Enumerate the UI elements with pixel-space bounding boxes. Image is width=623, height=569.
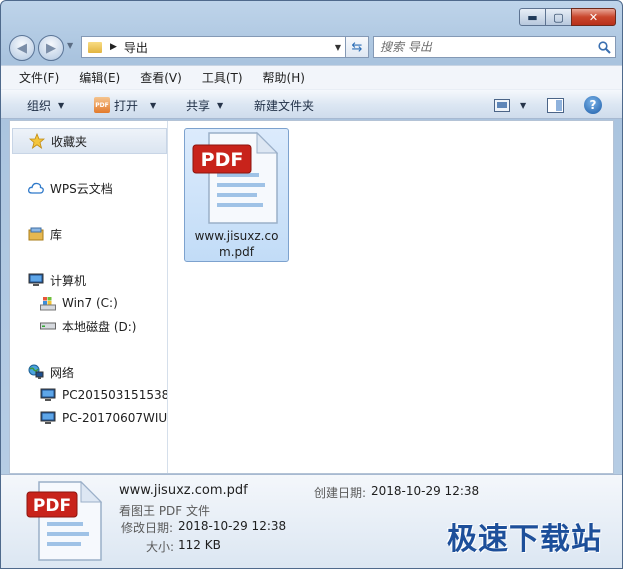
nav-wps-cloud-label: WPS云文档 [50, 181, 113, 196]
navigation-row: ◀ ▶ ▼ ▶ 导出 ▼ ⇆ [9, 33, 616, 61]
network-icon [28, 364, 44, 380]
details-modified-label: 修改日期: [121, 521, 174, 535]
pdf-app-icon: PDF [94, 97, 110, 113]
computer-icon [40, 410, 56, 426]
maximize-button[interactable]: ▢ [545, 8, 572, 26]
nav-drive-d-label: 本地磁盘 (D:) [62, 319, 137, 334]
nav-computer[interactable]: 计算机 [28, 270, 86, 290]
nav-favorites-label: 收藏夹 [51, 134, 88, 149]
menu-edit[interactable]: 编辑(E) [69, 66, 130, 90]
search-input[interactable] [374, 39, 593, 55]
back-arrow-icon: ◀ [17, 40, 27, 56]
back-button[interactable]: ◀ [9, 35, 35, 61]
forward-button[interactable]: ▶ [38, 35, 64, 61]
nav-computer-label: 计算机 [50, 273, 87, 288]
preview-pane-icon [547, 97, 564, 113]
file-name: www.jisuxz.com.pdf [194, 229, 279, 259]
nav-wps-cloud[interactable]: WPS云文档 [28, 178, 113, 198]
library-icon [28, 226, 44, 242]
organize-button[interactable]: 组织 ▼ [27, 90, 64, 120]
menu-help[interactable]: 帮助(H) [253, 66, 315, 90]
computer-icon [40, 387, 56, 403]
view-icon [494, 98, 510, 112]
nav-network-label: 网络 [50, 365, 75, 380]
organize-label: 组织 [27, 98, 52, 113]
nav-network[interactable]: 网络 [28, 362, 74, 382]
minimize-button[interactable]: ▬ [519, 8, 546, 26]
content-area: 收藏夹 WPS云文档 库 计算机 Win7 (C:) 本地磁盘 (D:) 网络 … [9, 120, 614, 474]
nav-network-pc-1-label: PC201503151538 [62, 388, 168, 402]
new-folder-label: 新建文件夹 [254, 98, 315, 113]
details-modified-value: 2018-10-29 12:38 [178, 519, 287, 533]
chevron-down-icon: ▼ [58, 100, 65, 110]
pdf-badge-text: PDF [201, 149, 244, 171]
computer-icon [28, 272, 44, 288]
watermark-logo: 极速下载站 [447, 522, 602, 557]
refresh-icon: ⇆ [351, 39, 363, 55]
details-size-label: 大小: [146, 540, 175, 554]
search-icon[interactable] [593, 40, 615, 54]
share-button[interactable]: 共享 ▼ [186, 90, 223, 120]
nav-drive-c[interactable]: Win7 (C:) [40, 293, 118, 313]
share-label: 共享 [186, 98, 211, 113]
new-folder-button[interactable]: 新建文件夹 [254, 90, 314, 120]
pdf-badge-text: PDF [33, 496, 71, 516]
file-item[interactable]: PDF www.jisuxz.com.pdf [184, 128, 289, 262]
open-button[interactable]: PDF 打开 ▼ [94, 90, 156, 120]
menu-tools[interactable]: 工具(T) [192, 66, 253, 90]
nav-drive-c-label: Win7 (C:) [62, 296, 118, 310]
address-dropdown-icon[interactable]: ▼ [330, 43, 346, 52]
menu-file[interactable]: 文件(F) [9, 66, 69, 90]
windows-drive-icon [40, 295, 56, 311]
details-filename: www.jisuxz.com.pdf [119, 483, 248, 498]
close-button[interactable]: ✕ [571, 8, 616, 26]
breadcrumb-path[interactable]: 导出 [124, 39, 330, 56]
folder-icon [88, 41, 102, 53]
hard-drive-icon [40, 318, 56, 334]
navigation-pane: 收藏夹 WPS云文档 库 计算机 Win7 (C:) 本地磁盘 (D:) 网络 … [10, 121, 168, 473]
nav-drive-d[interactable]: 本地磁盘 (D:) [40, 316, 136, 336]
explorer-window: ▬ ▢ ✕ ◀ ▶ ▼ ▶ 导出 ▼ ⇆ 文件(F) 编辑(E) 查看(V) [0, 0, 623, 569]
menu-bar: 文件(F) 编辑(E) 查看(V) 工具(T) 帮助(H) [1, 65, 622, 89]
cloud-icon [28, 180, 44, 196]
preview-pane-button[interactable] [547, 90, 564, 120]
nav-network-pc-2[interactable]: PC-20170607WIUN [40, 408, 168, 428]
file-list-pane: PDF www.jisuxz.com.pdf [169, 121, 613, 473]
details-pane: PDF www.jisuxz.com.pdf 看图王 PDF 文件 修改日期: … [1, 474, 622, 568]
pdf-file-icon: PDF [26, 480, 103, 561]
details-created-label: 创建日期: [314, 486, 367, 500]
chevron-down-icon[interactable]: ▼ [520, 101, 526, 110]
nav-libraries[interactable]: 库 [28, 224, 62, 244]
caption-buttons: ▬ ▢ ✕ [519, 8, 616, 26]
menu-view[interactable]: 查看(V) [130, 66, 192, 90]
open-label: 打开 [114, 98, 139, 113]
forward-arrow-icon: ▶ [46, 40, 56, 56]
pdf-file-icon: PDF [192, 131, 279, 224]
nav-network-pc-1[interactable]: PC201503151538 [40, 385, 168, 405]
chevron-down-icon: ▼ [150, 100, 157, 110]
command-bar: 组织 ▼ PDF 打开 ▼ 共享 ▼ 新建文件夹 ▼ ? [1, 89, 622, 119]
breadcrumb-chevron-icon[interactable]: ▶ [110, 42, 117, 52]
refresh-button[interactable]: ⇆ [345, 36, 369, 58]
chevron-down-icon: ▼ [217, 100, 224, 110]
help-button[interactable]: ? [584, 90, 602, 120]
nav-libraries-label: 库 [50, 227, 63, 242]
details-size-value: 112 KB [178, 538, 221, 552]
help-icon: ? [584, 96, 602, 114]
details-filetype: 看图王 PDF 文件 [119, 504, 211, 518]
nav-network-pc-2-label: PC-20170607WIUN [62, 411, 168, 425]
change-view-button[interactable]: ▼ [494, 90, 526, 120]
address-bar[interactable]: ▶ 导出 ▼ [81, 36, 347, 58]
search-box[interactable] [373, 36, 616, 58]
recent-pages-dropdown[interactable]: ▼ [67, 41, 73, 50]
details-created-value: 2018-10-29 12:38 [371, 484, 480, 498]
star-icon [29, 133, 45, 149]
nav-favorites[interactable]: 收藏夹 [12, 128, 167, 154]
